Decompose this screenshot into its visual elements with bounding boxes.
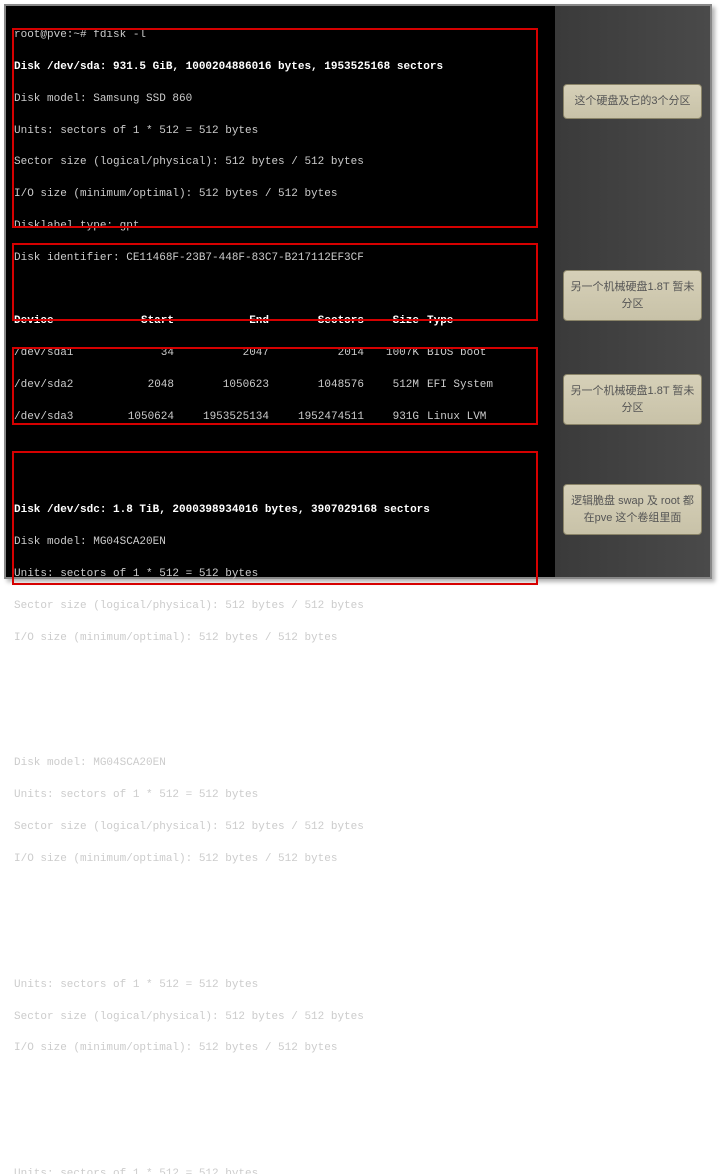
disk-sdb-io: I/O size (minimum/optimal): 512 bytes / …	[14, 852, 550, 868]
table-row: /dev/sda3105062419535251341952474511931G…	[14, 410, 550, 426]
disk-sda-model: Disk model: Samsung SSD 860	[14, 92, 550, 108]
cell-end: 2047	[174, 346, 269, 362]
annotation-panel: 这个硬盘及它的3个分区 另一个机械硬盘1.8T 暂未分区 另一个机械硬盘1.8T…	[555, 6, 710, 577]
disk-sda-header: Disk /dev/sda: 931.5 GiB, 1000204886016 …	[14, 60, 550, 76]
table-row: /dev/sda134204720141007KBIOS boot	[14, 346, 550, 362]
th-start: Start	[94, 314, 174, 330]
annotation-sda: 这个硬盘及它的3个分区	[563, 84, 702, 119]
cell-type: EFI System	[419, 378, 493, 394]
annotation-lvm: 逻辑脆盘 swap 及 root 都在pve 这个卷组里面	[563, 484, 702, 535]
cell-end: 1953525134	[174, 410, 269, 426]
cell-size: 512M	[364, 378, 419, 394]
disk-swap-header: Disk /dev/mapper/pve-swap: 8 GiB, 858993…	[14, 946, 550, 962]
disk-sdc-units: Units: sectors of 1 * 512 = 512 bytes	[14, 567, 550, 583]
th-type: Type	[419, 314, 453, 330]
table-row: /dev/sda2204810506231048576512MEFI Syste…	[14, 378, 550, 394]
screenshot-frame: root@pve:~# fdisk -l Disk /dev/sda: 931.…	[4, 4, 712, 579]
th-sectors: Sectors	[269, 314, 364, 330]
annotation-sdb: 另一个机械硬盘1.8T 暂未分区	[563, 374, 702, 425]
disk-sda-sector: Sector size (logical/physical): 512 byte…	[14, 155, 550, 171]
disk-sdc-header: Disk /dev/sdc: 1.8 TiB, 2000398934016 by…	[14, 503, 550, 519]
cell-device: /dev/sda3	[14, 410, 94, 426]
terminal-output: root@pve:~# fdisk -l Disk /dev/sda: 931.…	[6, 6, 558, 577]
cell-device: /dev/sda2	[14, 378, 94, 394]
cell-type: BIOS boot	[419, 346, 486, 362]
cell-type: Linux LVM	[419, 410, 486, 426]
disk-sda-id: Disk identifier: CE11468F-23B7-448F-83C7…	[14, 251, 550, 267]
th-device: Device	[14, 314, 94, 330]
cell-device: /dev/sda1	[14, 346, 94, 362]
cell-start: 2048	[94, 378, 174, 394]
disk-sdb-header: Disk /dev/sdb: 1.8 TiB, 2000398934016 by…	[14, 725, 550, 741]
disk-sdb-units: Units: sectors of 1 * 512 = 512 bytes	[14, 788, 550, 804]
cell-size: 1007K	[364, 346, 419, 362]
cell-sectors: 1048576	[269, 378, 364, 394]
disk-swap-units: Units: sectors of 1 * 512 = 512 bytes	[14, 978, 550, 994]
cell-sectors: 2014	[269, 346, 364, 362]
disk-root-units: Units: sectors of 1 * 512 = 512 bytes	[14, 1167, 550, 1174]
disk-swap-sector: Sector size (logical/physical): 512 byte…	[14, 1010, 550, 1026]
cell-end: 1050623	[174, 378, 269, 394]
annotation-sdc: 另一个机械硬盘1.8T 暂未分区	[563, 270, 702, 321]
cell-start: 34	[94, 346, 174, 362]
disk-sda-units: Units: sectors of 1 * 512 = 512 bytes	[14, 124, 550, 140]
disk-sda-label: Disklabel type: gpt	[14, 219, 550, 235]
th-size: Size	[364, 314, 419, 330]
cell-size: 931G	[364, 410, 419, 426]
disk-sdb-sector: Sector size (logical/physical): 512 byte…	[14, 820, 550, 836]
disk-sdb-model: Disk model: MG04SCA20EN	[14, 756, 550, 772]
disk-sdc-io: I/O size (minimum/optimal): 512 bytes / …	[14, 631, 550, 647]
disk-sda-io: I/O size (minimum/optimal): 512 bytes / …	[14, 187, 550, 203]
prompt-line: root@pve:~# fdisk -l	[14, 28, 550, 44]
cell-sectors: 1952474511	[269, 410, 364, 426]
disk-root-header: Disk /dev/mapper/pve-root: 96 GiB, 10307…	[14, 1135, 550, 1151]
disk-sdc-sector: Sector size (logical/physical): 512 byte…	[14, 599, 550, 615]
disk-sdc-model: Disk model: MG04SCA20EN	[14, 535, 550, 551]
cell-start: 1050624	[94, 410, 174, 426]
partition-table-header: DeviceStartEndSectorsSizeType	[14, 314, 550, 330]
th-end: End	[174, 314, 269, 330]
disk-swap-io: I/O size (minimum/optimal): 512 bytes / …	[14, 1041, 550, 1057]
